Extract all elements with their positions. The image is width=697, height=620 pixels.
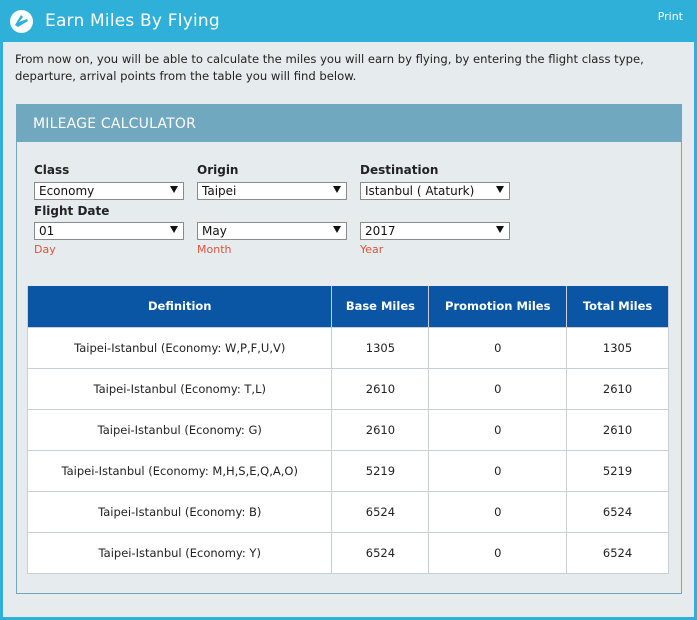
day-select-value: 01 (39, 224, 55, 238)
class-select[interactable]: Economy (34, 182, 184, 200)
day-select[interactable]: 01 (34, 222, 184, 240)
definition-cell: Taipei-Istanbul (Economy: M,H,S,E,Q,A,O) (26, 449, 333, 492)
year-select[interactable]: 2017 (360, 222, 510, 240)
definition-cell: Taipei-Istanbul (Economy: G) (26, 408, 333, 451)
total-miles-cell: 6524 (566, 531, 669, 574)
base-miles-cell: 6524 (331, 490, 430, 533)
chevron-down-icon (496, 186, 504, 193)
table-row: Taipei-Istanbul (Economy: G) 2610 0 2610 (26, 408, 669, 451)
total-miles-cell: 2610 (566, 367, 669, 410)
origin-label: Origin (197, 163, 239, 177)
chevron-down-icon (170, 226, 178, 233)
table-row: Taipei-Istanbul (Economy: W,P,F,U,V) 130… (26, 326, 669, 369)
chevron-down-icon (170, 186, 178, 193)
column-header-base-miles: Base Miles (331, 286, 430, 328)
base-miles-cell: 5219 (331, 449, 430, 492)
column-header-definition: Definition (26, 286, 333, 328)
base-miles-cell: 6524 (331, 531, 430, 574)
total-miles-cell: 2610 (566, 408, 669, 451)
month-select-value: May (202, 224, 227, 238)
base-miles-cell: 1305 (331, 326, 430, 369)
miles-table: Definition Base Miles Promotion Miles To… (26, 286, 669, 574)
table-row: Taipei-Istanbul (Economy: M,H,S,E,Q,A,O)… (26, 449, 669, 492)
intro-text: From now on, you will be able to calcula… (15, 52, 644, 83)
chevron-down-icon (333, 226, 341, 233)
table-row: Taipei-Istanbul (Economy: T,L) 2610 0 26… (26, 367, 669, 410)
promotion-miles-cell: 0 (428, 367, 568, 410)
class-label: Class (34, 163, 70, 177)
year-select-value: 2017 (365, 224, 396, 238)
definition-cell: Taipei-Istanbul (Economy: W,P,F,U,V) (26, 326, 333, 369)
year-caption: Year (360, 243, 384, 256)
promotion-miles-cell: 0 (428, 449, 568, 492)
base-miles-cell: 2610 (331, 367, 430, 410)
day-caption: Day (34, 243, 56, 256)
table-row: Taipei-Istanbul (Economy: Y) 6524 0 6524 (26, 531, 669, 574)
base-miles-cell: 2610 (331, 408, 430, 451)
definition-cell: Taipei-Istanbul (Economy: Y) (26, 531, 333, 574)
destination-select[interactable]: Istanbul ( Ataturk) (360, 182, 510, 200)
destination-label: Destination (360, 163, 439, 177)
total-miles-cell: 1305 (566, 326, 669, 369)
destination-select-value: Istanbul ( Ataturk) (365, 184, 475, 198)
promotion-miles-cell: 0 (428, 531, 568, 574)
column-header-total-miles: Total Miles (566, 286, 669, 328)
table-row: Taipei-Istanbul (Economy: B) 6524 0 6524 (26, 490, 669, 533)
airline-logo-icon (10, 10, 33, 33)
class-select-value: Economy (39, 184, 95, 198)
page-header: Earn Miles By Flying Print (0, 0, 697, 42)
month-select[interactable]: May (197, 222, 347, 240)
promotion-miles-cell: 0 (428, 408, 568, 451)
chevron-down-icon (496, 226, 504, 233)
definition-cell: Taipei-Istanbul (Economy: B) (26, 490, 333, 533)
promotion-miles-cell: 0 (428, 490, 568, 533)
table-header-row: Definition Base Miles Promotion Miles To… (26, 286, 669, 328)
flight-date-label: Flight Date (34, 204, 110, 218)
origin-select-value: Taipei (202, 184, 237, 198)
definition-cell: Taipei-Istanbul (Economy: T,L) (26, 367, 333, 410)
chevron-down-icon (333, 186, 341, 193)
total-miles-cell: 6524 (566, 490, 669, 533)
origin-select[interactable]: Taipei (197, 182, 347, 200)
print-link[interactable]: Print (658, 10, 683, 23)
calculator-title: MILEAGE CALCULATOR (17, 105, 681, 142)
total-miles-cell: 5219 (566, 449, 669, 492)
month-caption: Month (197, 243, 232, 256)
column-header-promotion-miles: Promotion Miles (428, 286, 568, 328)
page-title: Earn Miles By Flying (45, 11, 220, 31)
promotion-miles-cell: 0 (428, 326, 568, 369)
